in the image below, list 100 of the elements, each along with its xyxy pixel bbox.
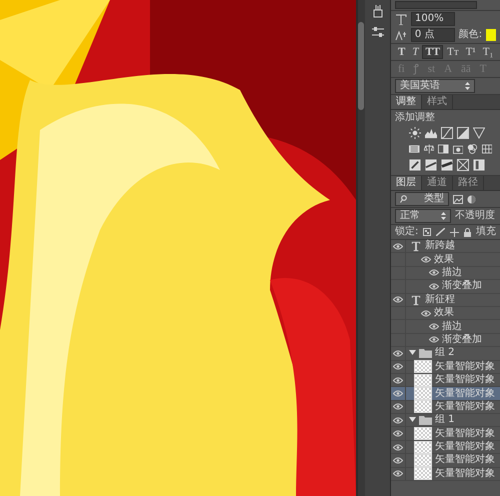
layer-name: 效果 [434,307,454,320]
layer-row[interactable]: 矢量智能对象 [391,468,500,482]
layer-row[interactable]: 新跨越 [391,240,500,254]
half-square-icon[interactable] [438,143,448,155]
visibility-toggle[interactable] [392,296,404,304]
circles-icon[interactable] [467,143,478,155]
layer-row[interactable]: 矢量智能对象 [391,387,500,401]
panel-tab[interactable]: 样式 [422,95,453,109]
visibility-toggle[interactable] [428,282,439,290]
panel-tab[interactable]: 通道 [422,176,453,190]
text-style-button[interactable]: T [409,45,422,59]
text-style-button[interactable]: T [395,45,408,59]
layer-thumbnail [414,454,432,467]
posterize-icon[interactable] [425,159,437,171]
layer-row[interactable]: 矢量智能对象 [391,400,500,414]
layer-row[interactable]: 矢量智能对象 [391,454,500,468]
visibility-toggle[interactable] [392,242,404,250]
layer-row[interactable]: 矢量智能对象 [391,360,500,374]
brightness-icon[interactable] [409,127,421,139]
layer-row[interactable]: 矢量智能对象 [391,427,500,441]
search-icon [400,195,407,203]
opacity-label: 不透明度 [455,210,495,222]
eye-icon [428,336,438,344]
selective-color-icon[interactable] [473,159,485,171]
scale-icon[interactable] [424,143,434,155]
threshold-icon[interactable] [441,159,453,171]
layer-row[interactable]: 组 2 [391,347,500,361]
language-dropdown[interactable]: 美国英语 [395,79,475,93]
lock-icon[interactable] [464,228,471,236]
layer-name: 描边 [442,320,462,333]
visibility-toggle[interactable] [392,456,404,464]
exposure-icon[interactable] [457,127,469,139]
filter-dropdown[interactable]: 类型 [395,192,449,206]
color-swatch[interactable] [486,29,496,41]
baseline-field[interactable]: 0 点 [410,28,455,42]
eye-icon [393,376,403,384]
histogram-icon[interactable] [425,127,437,139]
layer-name: 组 1 [435,414,455,426]
gradient-map-icon[interactable] [457,159,469,171]
eye-icon [420,310,430,317]
visibility-toggle[interactable] [392,349,404,358]
eye-icon [393,350,403,357]
panel-tab[interactable]: 路径 [453,176,484,190]
layer-row[interactable]: 效果 [391,253,500,267]
move-lock-icon[interactable] [450,228,460,236]
layer-thumbnail [414,374,432,387]
layer-row[interactable]: 渐变叠加 [391,280,500,294]
visibility-toggle[interactable] [392,376,404,384]
image-filter-icon[interactable] [453,194,463,204]
layer-thumbnail [414,360,432,374]
hue-icon[interactable] [409,143,420,155]
layer-row[interactable]: 描边 [391,320,500,334]
visibility-toggle[interactable] [428,322,439,331]
invert-icon[interactable] [409,159,421,171]
scale-field[interactable]: 100% [411,12,455,26]
triangle-icon[interactable] [473,127,485,139]
slider-track[interactable] [395,1,477,9]
caret-icon[interactable] [409,350,416,356]
visibility-toggle[interactable] [392,430,404,438]
eye-icon [393,430,403,438]
circle-half-icon[interactable] [467,194,476,204]
layer-row[interactable]: 效果 [391,306,500,320]
brush-icon[interactable] [370,4,384,18]
visibility-toggle[interactable] [392,362,404,371]
layer-row[interactable]: 矢量智能对象 [391,440,500,454]
layer-row[interactable]: 渐变叠加 [391,334,500,348]
visibility-toggle[interactable] [392,389,404,398]
layer-row[interactable]: 新征程 [391,294,500,307]
visibility-toggle[interactable] [392,443,404,452]
curves-icon[interactable] [441,127,453,139]
panel-tab[interactable]: 图层 [391,176,422,190]
grid-icon[interactable] [482,143,492,155]
blend-mode-dropdown[interactable]: 正常 [395,209,451,223]
layer-thumbnail [414,467,432,480]
text-style-button[interactable]: TT [422,45,444,59]
panel-tab[interactable]: 调整 [391,95,422,109]
layer-row[interactable]: 组 1 [391,414,500,428]
visibility-toggle[interactable] [428,268,439,277]
visibility-toggle[interactable] [428,336,439,344]
layer-thumbnail [414,440,432,454]
scrollbar-thumb[interactable] [358,22,364,110]
caret-icon[interactable] [409,417,416,424]
eye-icon [393,444,403,451]
sliders-icon[interactable] [370,26,384,38]
layer-name: 渐变叠加 [442,334,482,346]
visibility-toggle[interactable] [392,416,404,424]
text-style-button[interactable]: Tт [444,45,462,59]
layer-name: 矢量智能对象 [435,454,495,466]
camera-icon[interactable] [452,143,463,155]
layer-row[interactable]: 描边 [391,266,500,280]
brush-lock-icon[interactable] [436,228,446,236]
visibility-toggle[interactable] [392,402,404,411]
visibility-toggle[interactable] [420,256,431,264]
text-style-button[interactable]: T¹ [462,45,479,59]
checker-lock-icon[interactable] [423,228,432,236]
text-style-button[interactable]: T₁ [480,45,496,59]
color-label: 颜色: [458,29,482,41]
visibility-toggle[interactable] [392,470,404,478]
eye-icon [428,323,438,330]
visibility-toggle[interactable] [420,309,431,318]
